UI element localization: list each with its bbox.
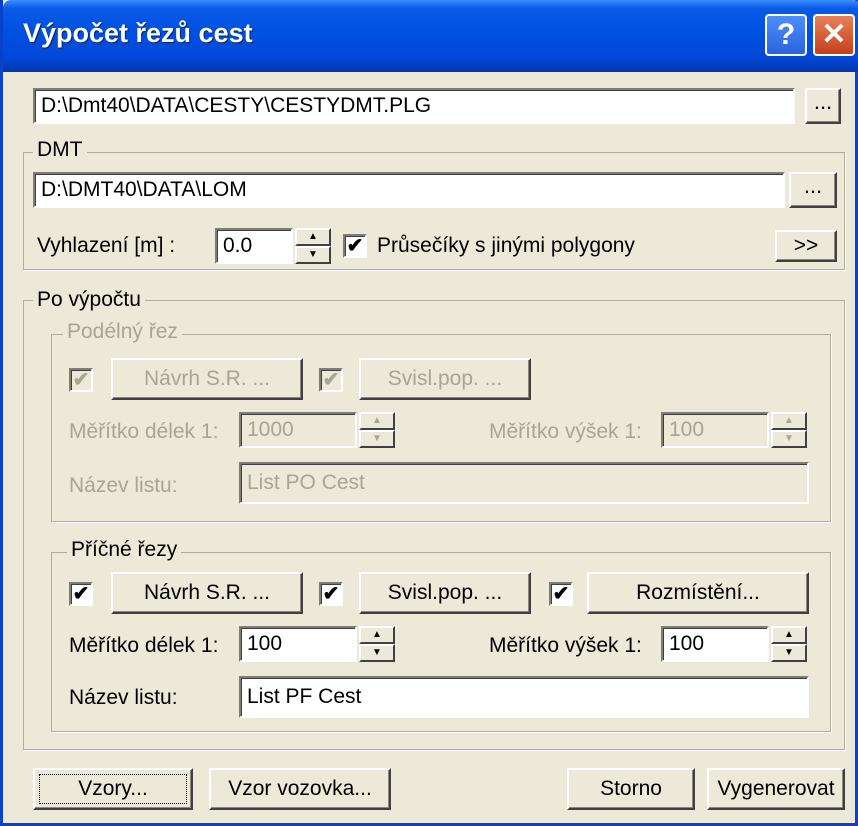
longitudinal-length-scale-input[interactable]: 1000 bbox=[239, 412, 357, 448]
intersections-checkbox[interactable]: ✔ bbox=[343, 234, 367, 258]
cross-length-scale-input[interactable]: 100 bbox=[239, 626, 357, 662]
cross-design-button[interactable]: Návrh S.R. ... bbox=[111, 572, 303, 614]
cross-length-scale-label: Měřítko délek 1: bbox=[69, 634, 219, 657]
spin-down-icon[interactable]: ▼ bbox=[359, 644, 395, 662]
dialog-window: Výpočet řezů cest ? ✕ D:\Dmt40\DATA\CEST… bbox=[0, 0, 858, 826]
road-template-button[interactable]: Vzor vozovka... bbox=[209, 768, 391, 810]
longitudinal-length-spinner[interactable]: ▲ ▼ bbox=[359, 412, 395, 448]
window-title: Výpočet řezů cest bbox=[23, 18, 253, 48]
longitudinal-design-checkbox[interactable]: ✔ bbox=[69, 368, 93, 392]
cross-length-spinner[interactable]: ▲ ▼ bbox=[359, 626, 395, 662]
title-bar[interactable]: Výpočet řezů cest ? ✕ bbox=[3, 0, 858, 72]
spin-up-icon[interactable]: ▲ bbox=[359, 626, 395, 644]
cross-design-checkbox[interactable]: ✔ bbox=[69, 582, 93, 606]
longitudinal-vertical-button[interactable]: Svisl.pop. ... bbox=[359, 358, 531, 400]
longitudinal-design-button[interactable]: Návrh S.R. ... bbox=[111, 358, 303, 400]
close-button[interactable]: ✕ bbox=[813, 14, 855, 56]
cross-height-scale-input[interactable]: 100 bbox=[661, 626, 769, 662]
longitudinal-height-scale-input[interactable]: 100 bbox=[661, 412, 769, 448]
cross-height-scale-label: Měřítko výšek 1: bbox=[489, 634, 642, 657]
more-button[interactable]: >> bbox=[775, 230, 837, 262]
cross-vertical-button[interactable]: Svisl.pop. ... bbox=[359, 572, 531, 614]
cancel-button[interactable]: Storno bbox=[567, 768, 695, 810]
file-browse-button[interactable]: ... bbox=[805, 88, 841, 124]
spin-up-icon[interactable]: ▲ bbox=[771, 626, 807, 644]
intersections-label: Průsečíky s jinými polygony bbox=[377, 234, 635, 257]
cross-placement-checkbox[interactable]: ✔ bbox=[549, 582, 573, 606]
help-button[interactable]: ? bbox=[765, 14, 807, 56]
spin-down-icon[interactable]: ▼ bbox=[771, 430, 807, 448]
longitudinal-sheet-label: Název listu: bbox=[69, 474, 178, 497]
longitudinal-length-scale-label: Měřítko délek 1: bbox=[69, 420, 219, 443]
longitudinal-label: Podélný řez bbox=[63, 320, 182, 344]
generate-button[interactable]: Vygenerovat bbox=[707, 768, 845, 810]
dmt-path-input[interactable]: D:\DMT40\DATA\LOM bbox=[33, 172, 785, 208]
file-path-input[interactable]: D:\Dmt40\DATA\CESTY\CESTYDMT.PLG bbox=[33, 88, 795, 124]
cross-height-spinner[interactable]: ▲ ▼ bbox=[771, 626, 807, 662]
cross-placement-button[interactable]: Rozmístění... bbox=[587, 572, 809, 614]
spin-up-icon[interactable]: ▲ bbox=[295, 228, 331, 246]
cross-vertical-checkbox[interactable]: ✔ bbox=[319, 582, 343, 606]
cross-sheet-input[interactable]: List PF Cest bbox=[239, 676, 809, 718]
cross-label: Příčné řezy bbox=[67, 538, 182, 562]
spin-down-icon[interactable]: ▼ bbox=[771, 644, 807, 662]
longitudinal-sheet-input[interactable]: List PO Cest bbox=[239, 462, 809, 504]
after-calculation-label: Po výpočtu bbox=[33, 288, 145, 312]
dmt-group-label: DMT bbox=[33, 138, 87, 162]
longitudinal-vertical-checkbox[interactable]: ✔ bbox=[319, 368, 343, 392]
longitudinal-height-scale-label: Měřítko výšek 1: bbox=[489, 420, 642, 443]
dmt-browse-button[interactable]: ... bbox=[789, 172, 837, 208]
spin-down-icon[interactable]: ▼ bbox=[295, 246, 331, 264]
cross-sheet-label: Název listu: bbox=[69, 686, 178, 709]
templates-button[interactable]: Vzory... bbox=[33, 768, 193, 810]
smoothing-spinner[interactable]: ▲ ▼ bbox=[295, 228, 331, 264]
smoothing-input[interactable]: 0.0 bbox=[215, 228, 293, 264]
spin-down-icon[interactable]: ▼ bbox=[359, 430, 395, 448]
spin-up-icon[interactable]: ▲ bbox=[771, 412, 807, 430]
smoothing-label: Vyhlazení [m] : bbox=[37, 234, 176, 257]
longitudinal-height-spinner[interactable]: ▲ ▼ bbox=[771, 412, 807, 448]
spin-up-icon[interactable]: ▲ bbox=[359, 412, 395, 430]
